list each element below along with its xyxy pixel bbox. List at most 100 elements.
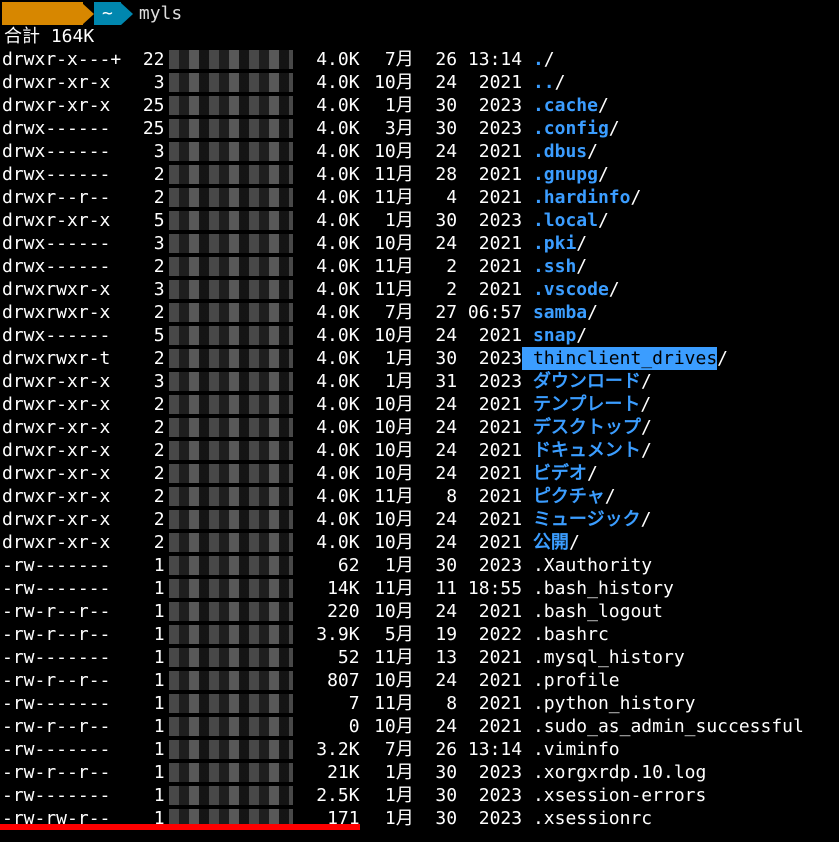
col-month: 7月	[360, 301, 414, 324]
owner-group-redacted	[165, 301, 295, 324]
col-perm: drwxr--r--	[2, 186, 132, 209]
col-day: 8	[414, 485, 457, 508]
dir-slash: /	[605, 485, 616, 508]
col-links: 2	[132, 485, 165, 508]
owner-group-redacted	[165, 462, 295, 485]
file-name: .config	[522, 117, 609, 140]
list-row: drwx------54.0K10月242021snap/	[2, 324, 839, 347]
col-day: 19	[414, 623, 457, 646]
col-day: 26	[414, 738, 457, 761]
col-month: 11月	[360, 186, 414, 209]
col-perm: drwxr-xr-x	[2, 370, 132, 393]
col-day: 24	[414, 600, 457, 623]
col-links: 2	[132, 531, 165, 554]
col-perm: -rw-------	[2, 577, 132, 600]
col-links: 3	[132, 370, 165, 393]
col-perm: -rw-r--r--	[2, 669, 132, 692]
file-name: .cache	[522, 94, 598, 117]
col-links: 2	[132, 301, 165, 324]
col-day: 31	[414, 370, 457, 393]
prompt-line: ~ myls	[2, 2, 839, 25]
owner-group-redacted	[165, 186, 295, 209]
col-month: 10月	[360, 600, 414, 623]
col-month: 10月	[360, 669, 414, 692]
powerline-arrow-icon	[82, 3, 94, 25]
col-month: 11月	[360, 485, 414, 508]
file-name: .pki	[522, 232, 576, 255]
col-month: 10月	[360, 140, 414, 163]
list-row: -rw-r--r--13.9K5月192022.bashrc	[2, 623, 839, 646]
col-perm: drwx------	[2, 255, 132, 278]
owner-group-redacted	[165, 623, 295, 646]
col-size: 4.0K	[295, 531, 360, 554]
col-day: 24	[414, 71, 457, 94]
col-time: 2021	[457, 163, 522, 186]
list-row: -rw-------12.5K1月302023.xsession-errors	[2, 784, 839, 807]
col-time: 2021	[457, 416, 522, 439]
owner-group-redacted	[165, 600, 295, 623]
col-links: 2	[132, 393, 165, 416]
file-name: .ssh	[522, 255, 576, 278]
dir-slash: /	[576, 255, 587, 278]
owner-group-redacted	[165, 692, 295, 715]
col-links: 1	[132, 761, 165, 784]
col-month: 10月	[360, 324, 414, 347]
col-time: 2021	[457, 646, 522, 669]
col-time: 2023	[457, 117, 522, 140]
col-size: 4.0K	[295, 324, 360, 347]
list-row: drwxr-xr-x24.0K10月242021ドキュメント/	[2, 439, 839, 462]
col-day: 24	[414, 531, 457, 554]
owner-group-redacted	[165, 715, 295, 738]
col-day: 30	[414, 117, 457, 140]
file-name: ..	[522, 71, 555, 94]
col-time: 2023	[457, 209, 522, 232]
col-day: 30	[414, 807, 457, 830]
col-time: 2021	[457, 255, 522, 278]
owner-group-redacted	[165, 255, 295, 278]
file-name: samba	[522, 301, 587, 324]
col-perm: -rw-r--r--	[2, 600, 132, 623]
col-time: 2023	[457, 761, 522, 784]
col-perm: drwxr-xr-x	[2, 531, 132, 554]
col-links: 1	[132, 715, 165, 738]
col-day: 24	[414, 669, 457, 692]
col-size: 4.0K	[295, 209, 360, 232]
col-links: 1	[132, 784, 165, 807]
col-links: 5	[132, 324, 165, 347]
col-day: 24	[414, 416, 457, 439]
file-name: .bashrc	[522, 623, 609, 646]
col-size: 52	[295, 646, 360, 669]
file-name: ミュージック	[522, 508, 640, 531]
col-month: 10月	[360, 232, 414, 255]
owner-group-redacted	[165, 347, 295, 370]
list-row: -rw-------1621月302023.Xauthority	[2, 554, 839, 577]
col-day: 24	[414, 462, 457, 485]
file-name: .profile	[522, 669, 620, 692]
col-links: 3	[132, 278, 165, 301]
owner-group-redacted	[165, 761, 295, 784]
owner-group-redacted	[165, 48, 295, 71]
col-perm: drwxr-xr-x	[2, 71, 132, 94]
col-size: 4.0K	[295, 462, 360, 485]
list-row: -rw-------114K11月1118:55.bash_history	[2, 577, 839, 600]
col-size: 4.0K	[295, 301, 360, 324]
col-day: 4	[414, 186, 457, 209]
col-links: 22	[132, 48, 165, 71]
col-time: 2022	[457, 623, 522, 646]
col-size: 807	[295, 669, 360, 692]
col-day: 30	[414, 784, 457, 807]
owner-group-redacted	[165, 439, 295, 462]
col-month: 11月	[360, 692, 414, 715]
col-day: 24	[414, 439, 457, 462]
terminal[interactable]: ~ myls 合計 164K drwxr-x---+224.0K7月2613:1…	[0, 0, 839, 830]
list-row: drwxr-xr-x34.0K10月242021../	[2, 71, 839, 94]
total-label: 合計	[4, 26, 40, 47]
col-time: 13:14	[457, 48, 522, 71]
col-time: 18:55	[457, 577, 522, 600]
owner-group-redacted	[165, 163, 295, 186]
col-month: 1月	[360, 807, 414, 830]
col-day: 24	[414, 715, 457, 738]
col-month: 7月	[360, 48, 414, 71]
col-links: 3	[132, 140, 165, 163]
col-time: 06:57	[457, 301, 522, 324]
